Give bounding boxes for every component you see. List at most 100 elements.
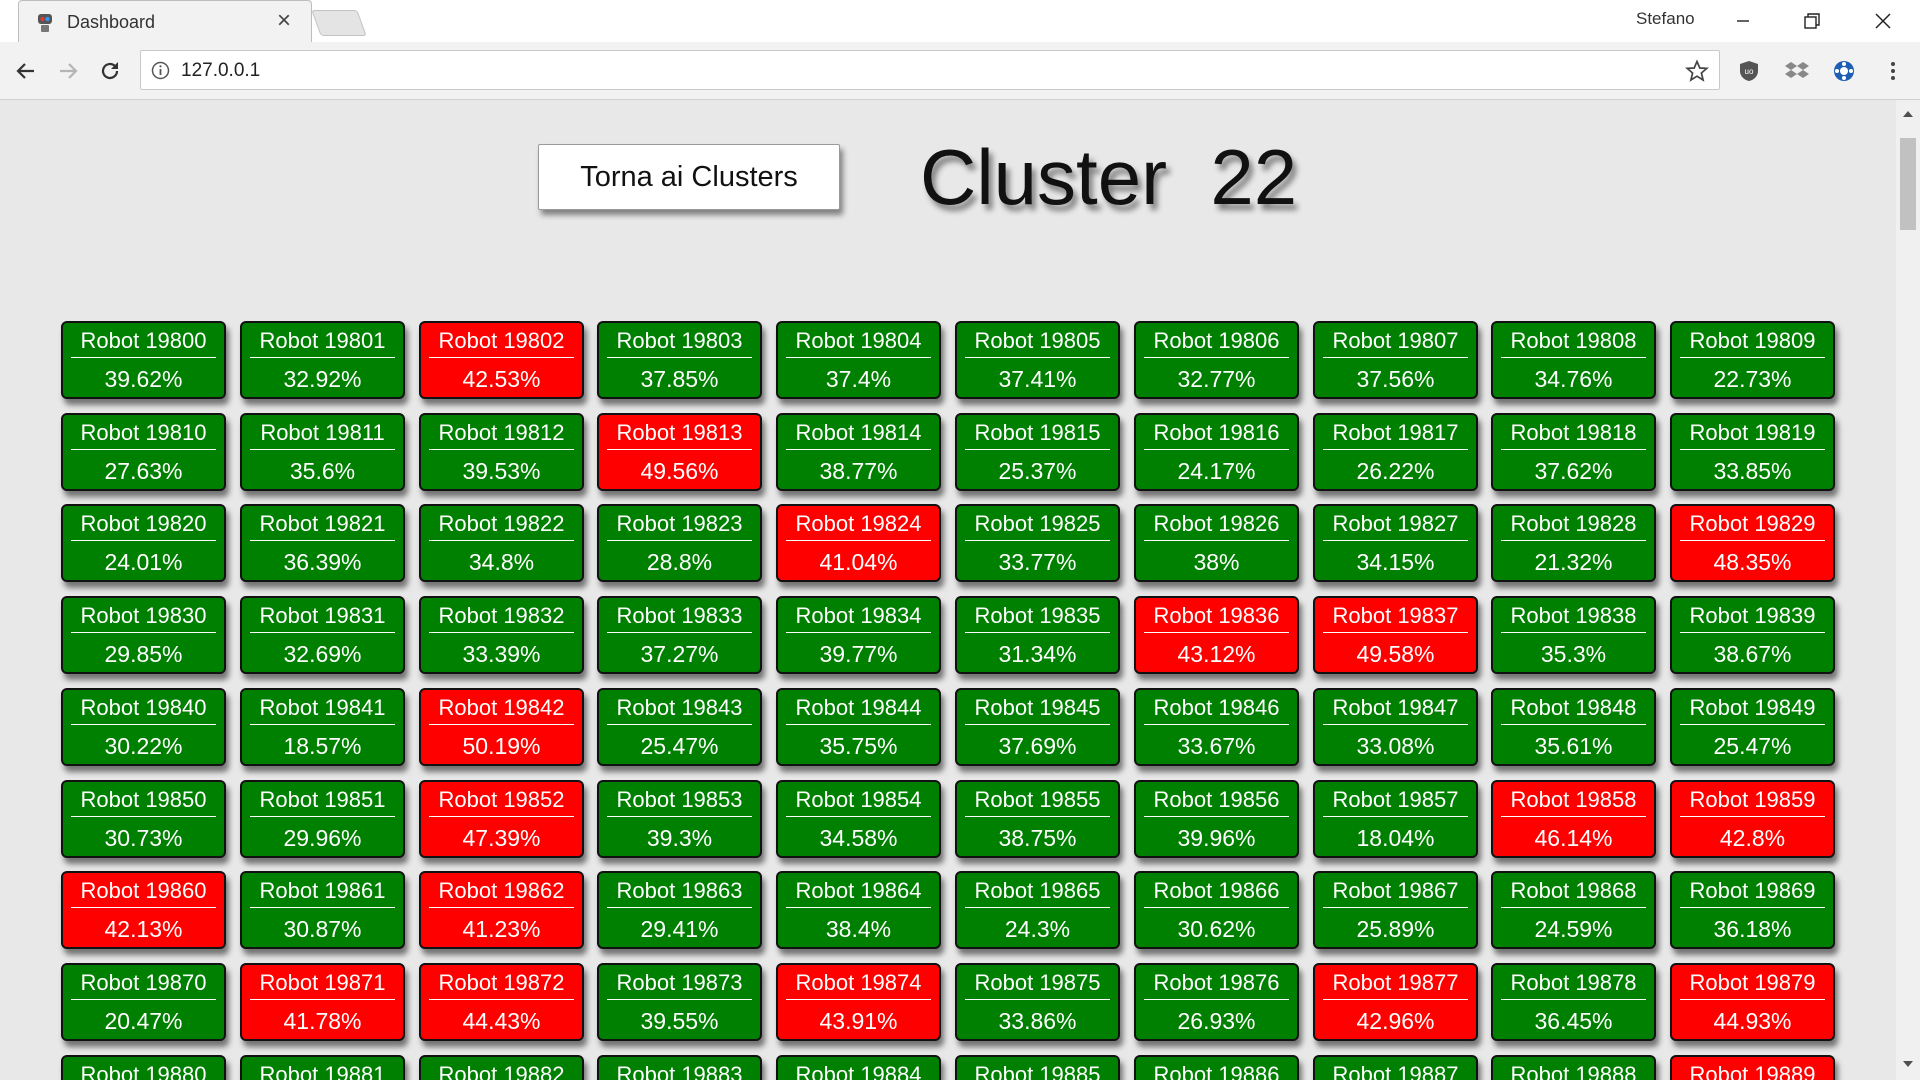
robot-card[interactable]: Robot 19830 29.85% (61, 596, 226, 674)
robot-card[interactable]: Robot 19885 (955, 1055, 1120, 1080)
robot-card[interactable]: Robot 19849 25.47% (1670, 688, 1835, 766)
url-text[interactable]: 127.0.0.1 (181, 60, 260, 82)
robot-card[interactable]: Robot 19811 35.6% (240, 413, 405, 491)
shield-extension-icon[interactable]: uo (1736, 58, 1762, 84)
robot-card[interactable]: Robot 19820 24.01% (61, 504, 226, 582)
robot-card[interactable]: Robot 19865 24.3% (955, 871, 1120, 949)
arrow-right-icon[interactable] (52, 55, 84, 87)
close-window-icon[interactable] (1866, 4, 1900, 38)
robot-card[interactable]: Robot 19834 39.77% (776, 596, 941, 674)
robot-card[interactable]: Robot 19846 33.67% (1134, 688, 1299, 766)
robot-card[interactable]: Robot 19818 37.62% (1491, 413, 1656, 491)
minimize-icon[interactable] (1726, 4, 1760, 38)
robot-card[interactable]: Robot 19872 44.43% (419, 963, 584, 1041)
robot-card[interactable]: Robot 19869 36.18% (1670, 871, 1835, 949)
robot-card[interactable]: Robot 19831 32.69% (240, 596, 405, 674)
robot-card[interactable]: Robot 19888 (1491, 1055, 1656, 1080)
robot-card[interactable]: Robot 19875 33.86% (955, 963, 1120, 1041)
robot-card[interactable]: Robot 19877 42.96% (1313, 963, 1478, 1041)
close-tab-icon[interactable]: × (277, 7, 291, 35)
robot-card[interactable]: Robot 19806 32.77% (1134, 321, 1299, 399)
robot-card[interactable]: Robot 19861 30.87% (240, 871, 405, 949)
robot-card[interactable]: Robot 19853 39.3% (597, 780, 762, 858)
robot-card[interactable]: Robot 19884 (776, 1055, 941, 1080)
robot-card[interactable]: Robot 19827 34.15% (1313, 504, 1478, 582)
robot-card[interactable]: Robot 19887 (1313, 1055, 1478, 1080)
robot-card[interactable]: Robot 19873 39.55% (597, 963, 762, 1041)
robot-card[interactable]: Robot 19880 (61, 1055, 226, 1080)
arrow-left-icon[interactable] (10, 55, 42, 87)
robot-card[interactable]: Robot 19862 41.23% (419, 871, 584, 949)
robot-card[interactable]: Robot 19879 44.93% (1670, 963, 1835, 1041)
robot-card[interactable]: Robot 19843 25.47% (597, 688, 762, 766)
robot-card[interactable]: Robot 19819 33.85% (1670, 413, 1835, 491)
robot-card[interactable]: Robot 19823 28.8% (597, 504, 762, 582)
robot-card[interactable]: Robot 19817 26.22% (1313, 413, 1478, 491)
scroll-down-arrow-icon[interactable] (1902, 1056, 1914, 1074)
scroll-up-arrow-icon[interactable] (1902, 106, 1914, 124)
robot-card[interactable]: Robot 19881 (240, 1055, 405, 1080)
robot-card[interactable]: Robot 19828 21.32% (1491, 504, 1656, 582)
robot-card[interactable]: Robot 19821 36.39% (240, 504, 405, 582)
robot-card[interactable]: Robot 19805 37.41% (955, 321, 1120, 399)
robot-card[interactable]: Robot 19808 34.76% (1491, 321, 1656, 399)
robot-card[interactable]: Robot 19813 49.56% (597, 413, 762, 491)
scrollbar-thumb[interactable] (1900, 138, 1916, 230)
robot-card[interactable]: Robot 19836 43.12% (1134, 596, 1299, 674)
new-tab-button[interactable] (311, 10, 367, 36)
robot-card[interactable]: Robot 19837 49.58% (1313, 596, 1478, 674)
back-to-clusters-button[interactable]: Torna ai Clusters (538, 144, 840, 210)
profile-name[interactable]: Stefano (1636, 9, 1695, 29)
robot-card[interactable]: Robot 19864 38.4% (776, 871, 941, 949)
robot-card[interactable]: Robot 19856 39.96% (1134, 780, 1299, 858)
robot-card[interactable]: Robot 19822 34.8% (419, 504, 584, 582)
robot-card[interactable]: Robot 19882 (419, 1055, 584, 1080)
robot-card[interactable]: Robot 19804 37.4% (776, 321, 941, 399)
restore-icon[interactable] (1795, 4, 1829, 38)
robot-card[interactable]: Robot 19850 30.73% (61, 780, 226, 858)
robot-card[interactable]: Robot 19841 18.57% (240, 688, 405, 766)
robot-card[interactable]: Robot 19848 35.61% (1491, 688, 1656, 766)
robot-card[interactable]: Robot 19876 26.93% (1134, 963, 1299, 1041)
tab-dashboard[interactable]: Dashboard × (18, 0, 312, 43)
robot-card[interactable]: Robot 19855 38.75% (955, 780, 1120, 858)
robot-card[interactable]: Robot 19840 30.22% (61, 688, 226, 766)
robot-card[interactable]: Robot 19801 32.92% (240, 321, 405, 399)
robot-card[interactable]: Robot 19874 43.91% (776, 963, 941, 1041)
robot-card[interactable]: Robot 19868 24.59% (1491, 871, 1656, 949)
robot-card[interactable]: Robot 19847 33.08% (1313, 688, 1478, 766)
blue-extension-icon[interactable] (1831, 58, 1857, 84)
robot-card[interactable]: Robot 19815 25.37% (955, 413, 1120, 491)
robot-card[interactable]: Robot 19816 24.17% (1134, 413, 1299, 491)
robot-card[interactable]: Robot 19826 38% (1134, 504, 1299, 582)
reload-icon[interactable] (94, 55, 126, 87)
robot-card[interactable]: Robot 19838 35.3% (1491, 596, 1656, 674)
robot-card[interactable]: Robot 19832 33.39% (419, 596, 584, 674)
kebab-menu-icon[interactable] (1880, 58, 1906, 84)
robot-card[interactable]: Robot 19866 30.62% (1134, 871, 1299, 949)
robot-card[interactable]: Robot 19863 29.41% (597, 871, 762, 949)
robot-card[interactable]: Robot 19858 46.14% (1491, 780, 1656, 858)
robot-card[interactable]: Robot 19803 37.85% (597, 321, 762, 399)
robot-card[interactable]: Robot 19860 42.13% (61, 871, 226, 949)
robot-card[interactable]: Robot 19845 37.69% (955, 688, 1120, 766)
robot-card[interactable]: Robot 19825 33.77% (955, 504, 1120, 582)
robot-card[interactable]: Robot 19870 20.47% (61, 963, 226, 1041)
robot-card[interactable]: Robot 19854 34.58% (776, 780, 941, 858)
robot-card[interactable]: Robot 19812 39.53% (419, 413, 584, 491)
robot-card[interactable]: Robot 19867 25.89% (1313, 871, 1478, 949)
robot-card[interactable]: Robot 19809 22.73% (1670, 321, 1835, 399)
dropbox-extension-icon[interactable] (1784, 58, 1810, 84)
robot-card[interactable]: Robot 19800 39.62% (61, 321, 226, 399)
star-icon[interactable] (1685, 59, 1709, 88)
robot-card[interactable]: Robot 19889 (1670, 1055, 1835, 1080)
address-bar[interactable]: 127.0.0.1 (140, 50, 1720, 90)
robot-card[interactable]: Robot 19807 37.56% (1313, 321, 1478, 399)
robot-card[interactable]: Robot 19802 42.53% (419, 321, 584, 399)
robot-card[interactable]: Robot 19814 38.77% (776, 413, 941, 491)
scrollbar[interactable] (1896, 100, 1920, 1080)
robot-card[interactable]: Robot 19883 (597, 1055, 762, 1080)
robot-card[interactable]: Robot 19835 31.34% (955, 596, 1120, 674)
robot-card[interactable]: Robot 19839 38.67% (1670, 596, 1835, 674)
robot-card[interactable]: Robot 19851 29.96% (240, 780, 405, 858)
